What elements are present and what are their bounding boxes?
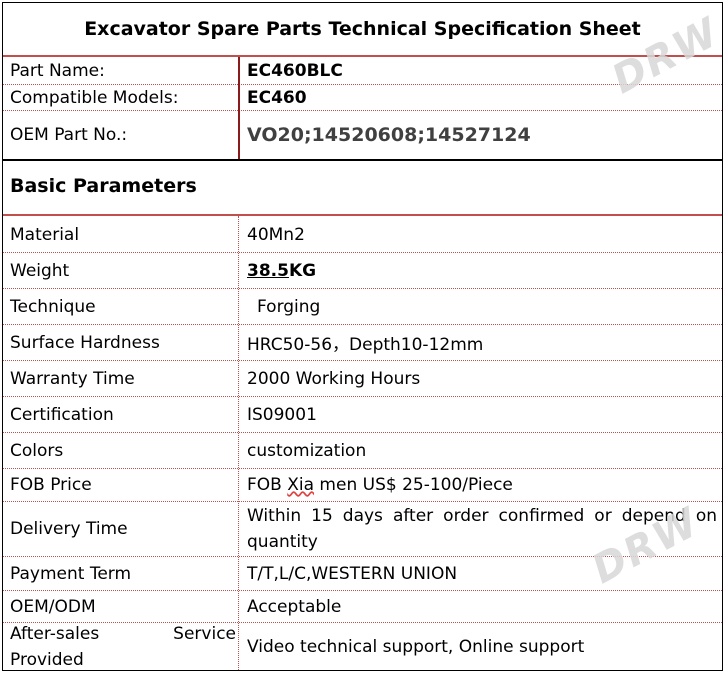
param-value: IS09001	[247, 404, 317, 425]
divider	[3, 159, 722, 161]
spec-sheet: Excavator Spare Parts Technical Specific…	[2, 2, 727, 671]
fob-part: FOB	[247, 475, 288, 495]
param-value: 38.5 KG	[247, 253, 717, 288]
param-row-technique: Technique Forging	[3, 289, 722, 324]
param-label: Weight	[10, 260, 70, 281]
param-row-certification: Certification IS09001	[3, 397, 722, 432]
fob-part: men US$ 25-100/Piece	[314, 475, 513, 495]
param-label: Surface Hardness	[10, 332, 160, 353]
column-separator	[238, 57, 240, 159]
param-value: 40Mn2	[247, 224, 305, 245]
weight-unit: KG	[288, 260, 317, 281]
param-value: FOB Xia men US$ 25-100/Piece	[247, 469, 717, 501]
value-oem-part-no: VO20;14520608;14527124	[247, 124, 531, 146]
param-label: OEM/ODM	[10, 596, 96, 617]
label-oem-part-no: OEM Part No.:	[10, 125, 128, 145]
label-part-name: Part Name:	[10, 60, 105, 81]
param-value: Acceptable	[247, 596, 342, 617]
fob-part: Xia	[287, 475, 315, 495]
after-sales-label-line-2: Provided	[10, 650, 84, 670]
param-label: After-sales Service Provided	[10, 623, 236, 671]
param-label: Payment Term	[10, 563, 132, 584]
after-sales-label-line-1: After-sales Service	[10, 624, 236, 644]
param-value: customization	[247, 440, 367, 461]
row-compatible-models: Compatible Models: EC460	[3, 85, 722, 110]
param-row-after-sales: After-sales Service Provided Video techn…	[3, 623, 722, 671]
param-label: Material	[10, 224, 80, 245]
param-label: FOB Price	[10, 475, 92, 495]
section-title-basic-parameters: Basic Parameters	[10, 175, 197, 197]
param-label: Warranty Time	[10, 368, 135, 389]
param-value: Video technical support, Online support	[247, 637, 585, 657]
param-row-fob-price: FOB Price FOB Xia men US$ 25-100/Piece	[3, 469, 722, 501]
row-oem-part-no: OEM Part No.: VO20;14520608;14527124	[3, 111, 722, 159]
param-row-surface-hardness: Surface Hardness HRC50-56，Depth10-12mm	[3, 325, 722, 360]
param-label: Colors	[10, 440, 64, 461]
param-row-weight: Weight 38.5 KG	[3, 253, 722, 288]
param-value: 2000 Working Hours	[247, 368, 421, 389]
param-label: Certification	[10, 404, 114, 425]
param-row-warranty-time: Warranty Time 2000 Working Hours	[3, 361, 722, 396]
sheet-title: Excavator Spare Parts Technical Specific…	[3, 3, 722, 57]
weight-number: 38.5	[247, 260, 289, 281]
divider	[3, 214, 722, 216]
param-row-oem-odm: OEM/ODM Acceptable	[3, 591, 722, 622]
param-label: Technique	[10, 296, 96, 317]
param-row-material: Material 40Mn2	[3, 217, 722, 252]
param-label: Delivery Time	[10, 519, 128, 539]
param-value: HRC50-56，Depth10-12mm	[247, 335, 484, 355]
label-compatible-models: Compatible Models:	[10, 87, 179, 108]
param-row-colors: Colors customization	[3, 433, 722, 468]
param-value: Forging	[257, 296, 321, 317]
